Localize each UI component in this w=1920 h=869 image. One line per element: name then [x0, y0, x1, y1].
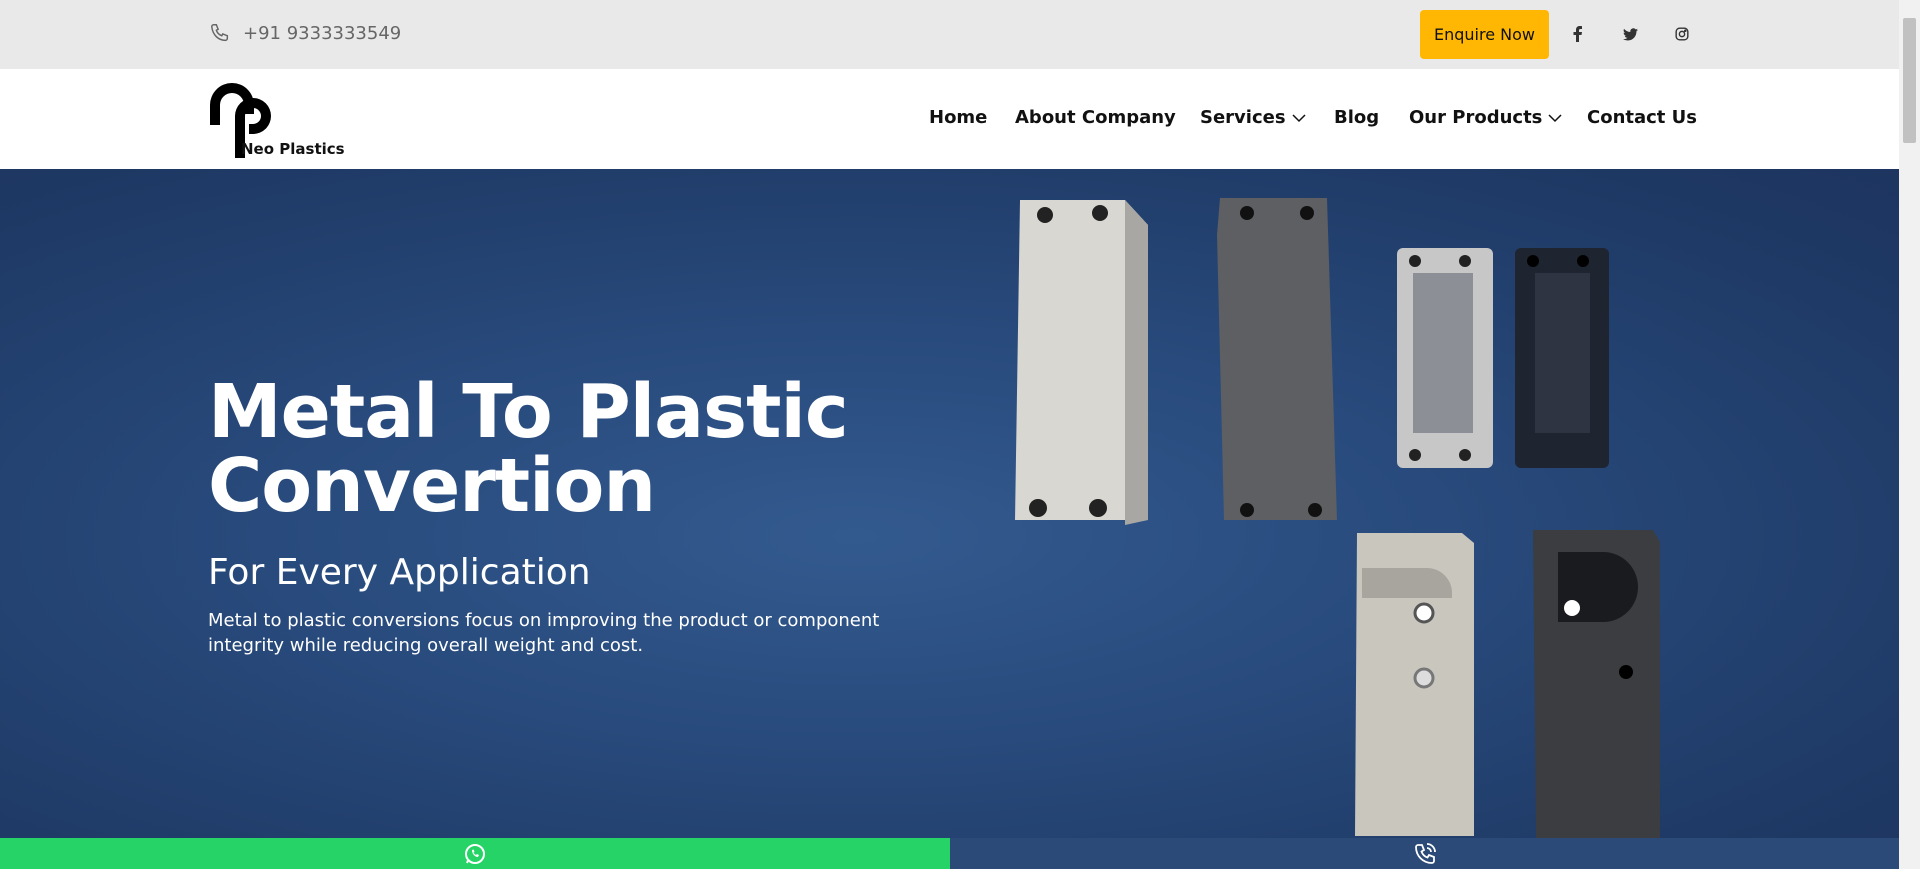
- chevron-down-icon: [1292, 113, 1306, 122]
- nav-home[interactable]: Home: [929, 107, 987, 128]
- twitter-icon[interactable]: [1618, 22, 1642, 46]
- hero-subtitle: For Every Application: [208, 552, 591, 593]
- product-part-grey-block: [1217, 198, 1337, 520]
- brand-name: Neo Plastics: [241, 140, 345, 158]
- enquire-now-button[interactable]: Enquire Now: [1420, 10, 1549, 59]
- nav-home-label: Home: [929, 107, 988, 128]
- product-part-white-block: [1015, 200, 1148, 525]
- phone-contact[interactable]: +91 9333333549: [209, 22, 401, 44]
- hero-title-line2: Convertion: [208, 443, 656, 529]
- call-bar[interactable]: [950, 838, 1899, 869]
- hero-title: Metal To Plastic Convertion: [208, 375, 908, 523]
- phone-icon: [211, 24, 229, 42]
- chevron-down-icon: [1548, 113, 1562, 122]
- nav-about[interactable]: About Company: [1015, 107, 1176, 128]
- instagram-icon[interactable]: [1670, 22, 1694, 46]
- nav-contact[interactable]: Contact Us: [1587, 107, 1697, 128]
- product-part-dark-housing: [1533, 530, 1660, 838]
- nav-services-label: Services: [1200, 107, 1286, 128]
- whatsapp-icon: [465, 843, 485, 864]
- product-part-light-housing: [1355, 533, 1474, 836]
- hero-description: Metal to plastic conversions focus on im…: [208, 610, 880, 656]
- nav-our-products[interactable]: Our Products: [1409, 107, 1562, 128]
- facebook-icon[interactable]: [1566, 22, 1590, 46]
- phone-number[interactable]: +91 9333333549: [243, 23, 401, 44]
- whatsapp-bar[interactable]: [0, 838, 950, 869]
- product-part-small-bracket-light: [1397, 248, 1493, 468]
- call-icon: [1414, 842, 1436, 864]
- nav-contact-label: Contact Us: [1587, 107, 1698, 128]
- product-part-small-bracket-dark: [1515, 248, 1609, 468]
- nav-about-label: About Company: [1015, 107, 1176, 128]
- nav-services[interactable]: Services: [1200, 107, 1306, 128]
- nav-blog-label: Blog: [1334, 107, 1380, 128]
- nav-blog[interactable]: Blog: [1334, 107, 1379, 128]
- hero-title-line1: Metal To Plastic: [208, 369, 849, 455]
- nav-products-label: Our Products: [1409, 107, 1543, 128]
- scrollbar-thumb[interactable]: [1903, 18, 1916, 143]
